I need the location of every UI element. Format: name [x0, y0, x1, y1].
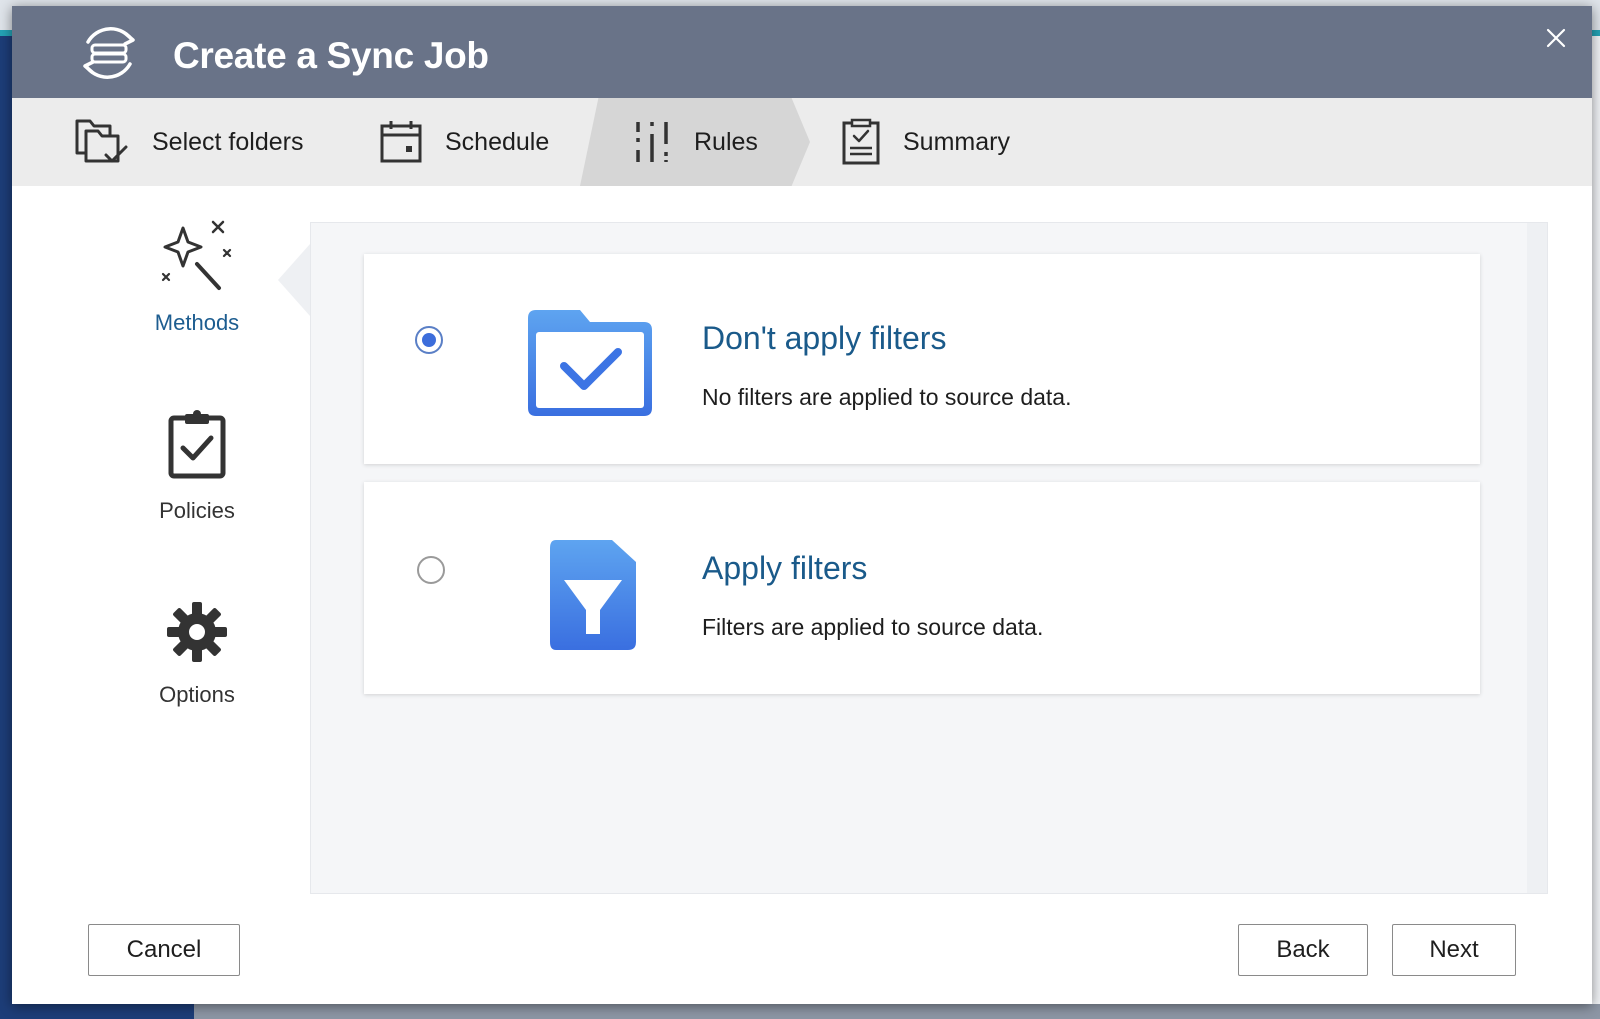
- option-description: No filters are applied to source data.: [702, 384, 1072, 410]
- step-label: Summary: [903, 127, 1010, 156]
- sync-job-icon: [83, 27, 135, 79]
- folder-check-icon: [528, 310, 652, 416]
- calendar-icon: [380, 121, 422, 163]
- nav-label: Policies: [159, 498, 235, 523]
- nav-label: Options: [159, 682, 235, 707]
- magic-wand-icon: [161, 220, 232, 290]
- file-filter-icon: [550, 540, 636, 650]
- step-select-folders: Select folders: [74, 98, 303, 186]
- dialog-title: Create a Sync Job: [173, 35, 489, 76]
- next-button[interactable]: Next: [1392, 924, 1516, 976]
- nav-label: Methods: [154, 310, 240, 335]
- folders-check-icon: [75, 119, 128, 163]
- sliders-icon: [636, 122, 668, 162]
- step-label: Schedule: [445, 127, 550, 156]
- radio-apply-filters[interactable]: [417, 556, 445, 584]
- panel-scrollbar-track: [1527, 223, 1547, 893]
- side-nav-policies[interactable]: Policies: [92, 410, 302, 570]
- option-title: Don't apply filters: [702, 320, 947, 356]
- step-label: Rules: [694, 127, 758, 156]
- dialog-header: Create a Sync Job: [12, 6, 1592, 98]
- option-apply-filters[interactable]: Apply filters Filters are applied to sou…: [364, 482, 1480, 694]
- clipboard-check-icon: [168, 410, 226, 479]
- option-dont-apply-filters[interactable]: Don't apply filters No filters are appli…: [364, 254, 1480, 464]
- wizard-steps: Select folders Schedule Rules Summary: [12, 98, 1592, 186]
- back-button[interactable]: Back: [1238, 924, 1368, 976]
- side-nav-methods[interactable]: Methods: [92, 220, 302, 380]
- step-schedule: Schedule: [379, 98, 549, 186]
- option-description: Filters are applied to source data.: [702, 614, 1044, 640]
- radio-dont-apply-filters[interactable]: [415, 326, 443, 354]
- close-icon[interactable]: [1544, 26, 1568, 50]
- side-nav-options[interactable]: Options: [92, 600, 302, 760]
- background-app-footer-right: [194, 1004, 1600, 1019]
- create-sync-job-dialog: Create a Sync Job Select folders Schedul…: [12, 6, 1592, 1004]
- step-summary: Summary: [841, 98, 1010, 186]
- side-nav: Methods Policies Options: [92, 220, 302, 760]
- step-label: Select folders: [152, 127, 304, 156]
- cancel-button[interactable]: Cancel: [88, 924, 240, 976]
- clipboard-list-icon: [842, 118, 880, 165]
- step-rules: Rules: [632, 98, 758, 186]
- option-title: Apply filters: [702, 550, 868, 586]
- gear-icon: [167, 602, 227, 662]
